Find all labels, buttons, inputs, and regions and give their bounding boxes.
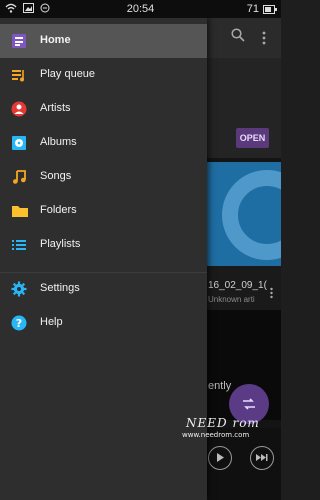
shuffle-icon <box>243 398 255 410</box>
nav-item-help[interactable]: ? Help <box>0 306 207 340</box>
status-time: 20:54 <box>126 3 155 15</box>
settings-icon <box>11 281 27 297</box>
track-title: 16_02_09_1( <box>208 280 267 291</box>
nav-item-play-queue[interactable]: Play queue <box>0 58 207 92</box>
play-button[interactable] <box>208 446 232 470</box>
nav-label-playlists: Playlists <box>40 238 81 250</box>
nav-label-help: Help <box>40 316 63 328</box>
nav-item-settings[interactable]: Settings <box>0 272 207 306</box>
folders-icon <box>11 203 28 219</box>
search-icon[interactable] <box>231 28 245 42</box>
nav-label-folders: Folders <box>40 204 77 216</box>
artists-icon <box>11 101 27 117</box>
nav-item-home[interactable]: Home <box>0 24 207 58</box>
status-icons-right: 71 <box>246 3 277 15</box>
nav-label-artists: Artists <box>40 102 71 114</box>
nav-item-artists[interactable]: Artists <box>0 92 207 126</box>
help-icon: ? <box>11 315 27 331</box>
play-queue-icon <box>11 67 27 83</box>
nav-label-home: Home <box>40 34 71 46</box>
track-artist: Unknown arti <box>208 295 255 304</box>
nav-item-albums[interactable]: Albums <box>0 126 207 160</box>
svg-text:?: ? <box>16 317 22 330</box>
nav-item-folders[interactable]: Folders <box>0 194 207 228</box>
track-more-icon[interactable] <box>270 286 273 299</box>
open-button[interactable]: OPEN <box>236 128 269 148</box>
status-bar: 20:54 71 <box>0 0 281 18</box>
watermark-url: www.needrom.com <box>182 431 250 439</box>
banner-logo-shape <box>222 170 281 260</box>
recently-label: ently <box>208 380 232 392</box>
home-icon <box>11 33 27 49</box>
navigation-drawer: Home Play queue Artists Albums Songs Fol… <box>0 18 207 500</box>
albums-icon <box>11 135 27 151</box>
playlists-icon <box>11 237 27 253</box>
nav-label-play-queue: Play queue <box>40 68 96 80</box>
songs-icon <box>11 169 27 185</box>
battery-icon <box>263 4 277 14</box>
nav-label-songs: Songs <box>40 170 72 182</box>
side-strip-decoration <box>271 66 279 106</box>
nav-label-albums: Albums <box>40 136 77 148</box>
nav-label-settings: Settings <box>40 282 80 294</box>
nav-item-songs[interactable]: Songs <box>0 160 207 194</box>
watermark-logo: NEED rom <box>186 416 260 430</box>
nav-item-playlists[interactable]: Playlists <box>0 228 207 262</box>
next-button[interactable] <box>250 446 274 470</box>
battery-percent: 71 <box>246 3 259 15</box>
more-options-icon[interactable] <box>262 30 266 46</box>
